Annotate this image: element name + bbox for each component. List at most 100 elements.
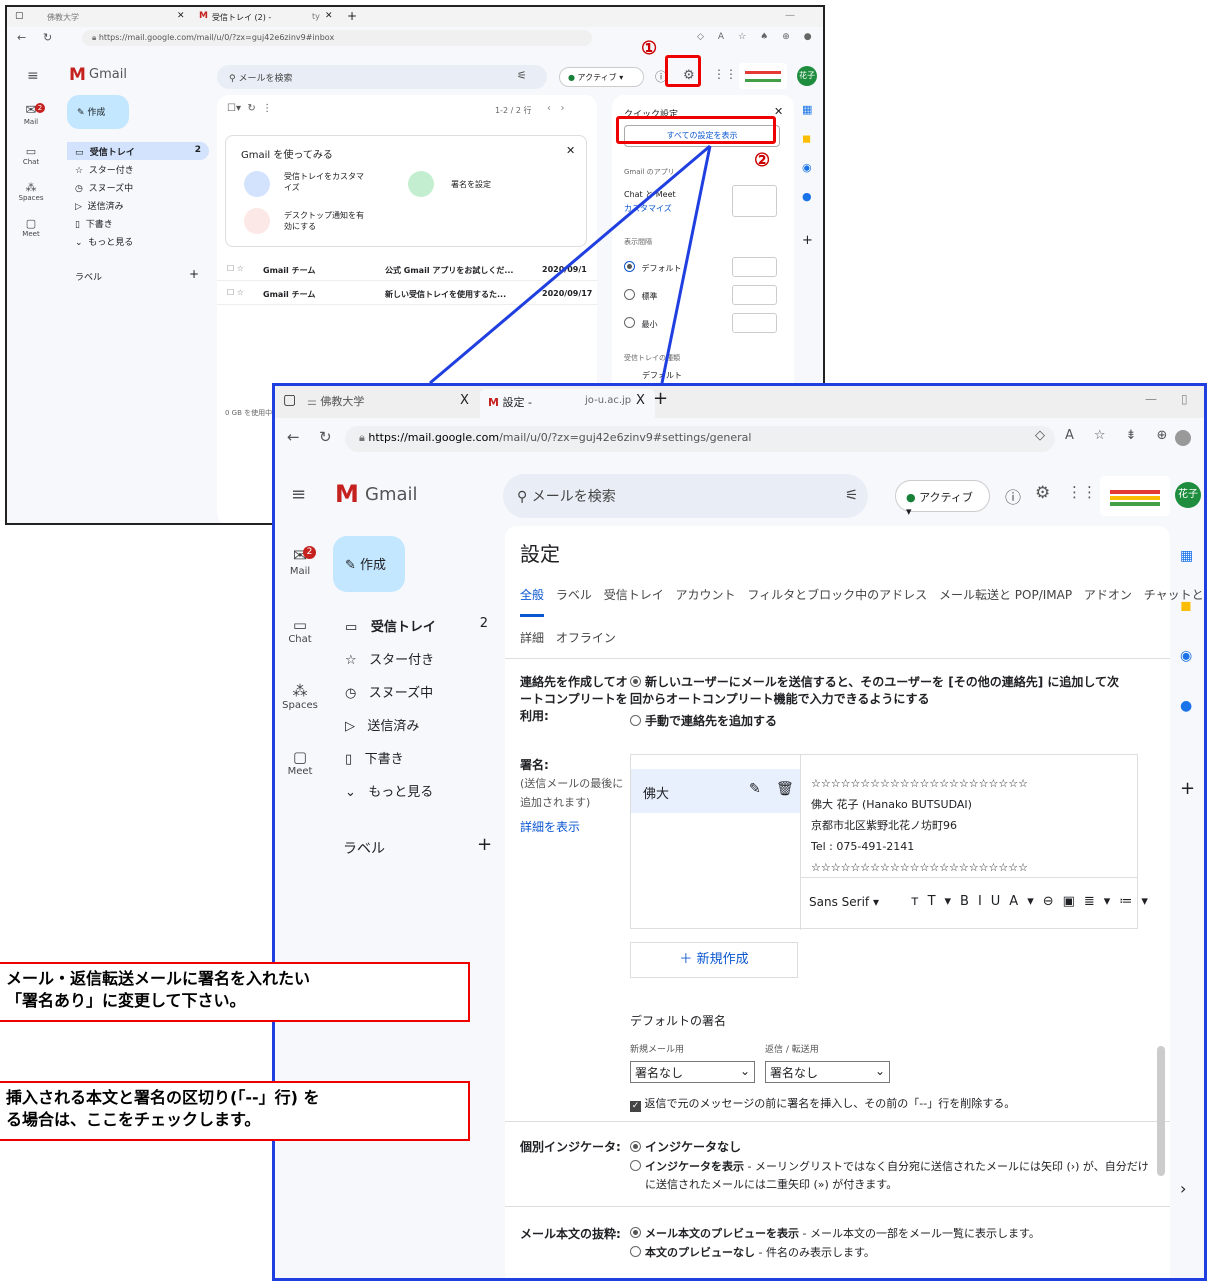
signature-line: 京都市北区紫野北花ノ坊町96 bbox=[811, 819, 957, 832]
signature-item[interactable]: 佛大 ✎ 🗑︎ bbox=[631, 769, 800, 813]
organization-logo bbox=[1100, 476, 1170, 516]
snippet-option-none[interactable]: 本文のプレビューなし - 件名のみ表示します。 bbox=[630, 1244, 875, 1260]
format-buttons-icon[interactable]: тT▾BIUA▾⊖▣≣▾≔▾ bbox=[911, 894, 1157, 909]
restore-icon[interactable]: ▯ bbox=[1181, 392, 1188, 406]
rail-chat[interactable]: ▭ Chat bbox=[275, 616, 325, 645]
reply-signature-select[interactable]: 署名なし ⌄ bbox=[765, 1061, 890, 1083]
signature-label: 署名: bbox=[520, 758, 549, 772]
rail-mail[interactable]: ✉ Mail 2 bbox=[275, 546, 325, 577]
status-dropdown[interactable]: ● アクティブ ▾ bbox=[895, 480, 990, 518]
nav-more[interactable]: ⌄ もっと見る bbox=[335, 775, 500, 803]
signature-line: ☆☆☆☆☆☆☆☆☆☆☆☆☆☆☆☆☆☆☆☆☆☆ bbox=[811, 777, 1028, 790]
tab-inbox[interactable]: 受信トレイ bbox=[604, 588, 664, 602]
tab-offline[interactable]: オフライン bbox=[556, 631, 616, 645]
close-icon[interactable]: X bbox=[460, 393, 469, 408]
callout-text: 挿入される本文と署名の区切り(「--」行) を bbox=[6, 1088, 320, 1107]
autocomplete-option-auto[interactable]: 新しいユーザーにメールを送信すると、そのユーザーを [その他の連絡先] に追加し… bbox=[630, 674, 1130, 708]
minimize-icon[interactable]: — bbox=[1145, 392, 1157, 406]
apps-icon[interactable]: ⋮⋮ bbox=[1067, 483, 1097, 501]
scrollbar[interactable] bbox=[1157, 1046, 1165, 1176]
indicator-label: 個別インジケータ: bbox=[520, 1140, 621, 1154]
gear-icon[interactable]: ⚙ bbox=[1035, 483, 1050, 503]
keep-icon[interactable]: ◼ bbox=[1180, 598, 1204, 614]
insert-before-quote-checkbox[interactable]: ✓ 返信で元のメッセージの前に署名を挿入し、その前の「--」行を削除する。 bbox=[630, 1095, 1015, 1112]
close-icon[interactable]: X bbox=[636, 393, 645, 408]
tab-advanced[interactable]: 詳細 bbox=[520, 631, 544, 645]
signature-editor: 佛大 ✎ 🗑︎ ☆☆☆☆☆☆☆☆☆☆☆☆☆☆☆☆☆☆☆☆☆☆ 佛大 花子 (Ha… bbox=[630, 754, 1148, 930]
app-name: Gmail bbox=[365, 484, 418, 505]
unread-badge: 2 bbox=[303, 546, 316, 559]
rail-spaces[interactable]: ⁂ Spaces bbox=[275, 682, 325, 711]
signature-line: Tel : 075-491-2141 bbox=[811, 840, 915, 853]
tab-bar: ▢ ⚌ 佛教大学 X M 設定 - jo-u.ac.jp X + — ▯ bbox=[275, 386, 1204, 418]
nav-inbox[interactable]: ▭ 受信トレイ 2 bbox=[335, 610, 500, 638]
nav-drafts[interactable]: ▯ 下書き bbox=[335, 742, 500, 770]
new-mail-signature-select[interactable]: 署名なし ⌄ bbox=[630, 1061, 755, 1083]
font-select[interactable]: Sans Serif ▾ bbox=[809, 895, 879, 909]
rail-meet[interactable]: ▢ Meet bbox=[275, 748, 325, 777]
search-icon: ⚲ bbox=[517, 489, 532, 505]
callout-text: る場合は、ここをチェックします。 bbox=[6, 1110, 261, 1129]
indicator-option-show[interactable]: インジケータを表示 - メーリングリストではなく自分宛に送信されたメールには矢印… bbox=[630, 1158, 1150, 1194]
mail-icon: ✉ bbox=[292, 546, 308, 566]
profile-icon[interactable] bbox=[1175, 430, 1191, 446]
tab-addons[interactable]: アドオン bbox=[1084, 588, 1132, 602]
settings-panel: 設定 全般 ラベル 受信トレイ アカウント フィルタとブロック中のアドレス メー… bbox=[505, 526, 1204, 1278]
expand-panel-icon[interactable]: › bbox=[1180, 1179, 1204, 1198]
reload-icon[interactable]: ↻ bbox=[319, 428, 332, 446]
edit-icon[interactable]: ✎ bbox=[749, 781, 761, 797]
menu-icon[interactable]: ≡ bbox=[291, 484, 306, 505]
default-signature-heading: デフォルトの署名 bbox=[630, 1014, 727, 1028]
search-input[interactable]: ⚲ メールを検索 bbox=[503, 474, 868, 518]
indicator-option-none[interactable]: インジケータなし bbox=[630, 1138, 741, 1155]
add-addon-icon[interactable]: + bbox=[1180, 778, 1204, 799]
pencil-icon: ✎ bbox=[345, 558, 361, 573]
meet-icon: ▢ bbox=[292, 748, 308, 766]
tab-labels[interactable]: ラベル bbox=[556, 588, 592, 602]
signature-more-link[interactable]: 詳細を表示 bbox=[520, 818, 580, 835]
avatar[interactable]: 花子 bbox=[1175, 482, 1201, 508]
tasks-icon[interactable]: ◉ bbox=[1180, 648, 1204, 664]
help-icon[interactable]: ⓘ bbox=[1005, 484, 1021, 508]
autocomplete-option-manual[interactable]: 手動で連絡先を追加する bbox=[630, 712, 777, 729]
settings-tabs: 全般 ラベル 受信トレイ アカウント フィルタとブロック中のアドレス メール転送… bbox=[520, 586, 1204, 617]
contacts-icon[interactable]: ● bbox=[1180, 698, 1204, 714]
search-options-icon[interactable]: ⚟ bbox=[845, 486, 858, 504]
autocomplete-label: 連絡先を作成してオートコンプリートを利用: bbox=[520, 675, 628, 723]
callout-text: メール・返信転送メールに署名を入れたい bbox=[6, 969, 311, 988]
signature-text[interactable]: ☆☆☆☆☆☆☆☆☆☆☆☆☆☆☆☆☆☆☆☆☆☆ 佛大 花子 (Hanako BUT… bbox=[811, 773, 1028, 878]
tab-filters[interactable]: フィルタとブロック中のアドレス bbox=[747, 588, 927, 602]
tab-forwarding[interactable]: メール転送と POP/IMAP bbox=[939, 588, 1072, 602]
signature-line: 佛大 花子 (Hanako BUTSUDAI) bbox=[811, 798, 972, 811]
spaces-icon: ⁂ bbox=[292, 682, 308, 700]
delete-icon[interactable]: 🗑︎ bbox=[776, 781, 794, 797]
calendar-icon[interactable]: ▦ bbox=[1180, 548, 1204, 564]
snippet-option-show[interactable]: メール本文のプレビューを表示 - メール本文の一部をメール一覧に表示します。 bbox=[630, 1225, 1040, 1241]
new-tab-icon[interactable]: + bbox=[653, 388, 668, 409]
nav-starred[interactable]: ☆ スター付き bbox=[335, 643, 500, 671]
format-toolbar: Sans Serif ▾ тT▾BIUA▾⊖▣≣▾≔▾ bbox=[801, 877, 1148, 929]
tab-university[interactable]: ⚌ 佛教大学 bbox=[307, 393, 477, 409]
tab-settings[interactable]: M 設定 - jo-u.ac.jp X bbox=[480, 389, 655, 418]
new-mail-label: 新規メール用 bbox=[630, 1045, 685, 1055]
address-bar: ← ↻ 🔒︎ https://mail.google.com/mail/u/0/… bbox=[275, 420, 1204, 456]
signature-note: (送信メールの最後に追加されます) bbox=[520, 777, 624, 809]
browser-toolbar-icons[interactable]: ◇A☆⇟⊕ bbox=[1035, 428, 1187, 443]
url-field[interactable]: 🔒︎ https://mail.google.com/mail/u/0/?zx=… bbox=[345, 426, 1055, 452]
reply-label: 返信 / 転送用 bbox=[765, 1045, 819, 1055]
signature-name: 佛大 bbox=[643, 787, 670, 802]
snippet-label: メール本文の抜粋: bbox=[520, 1227, 621, 1241]
tab-actions-icon[interactable]: ▢ bbox=[283, 392, 296, 408]
callout-signature: メール・返信転送メールに署名を入れたい 「署名あり」に変更して下さい。 bbox=[0, 962, 470, 1022]
back-icon[interactable]: ← bbox=[287, 428, 300, 446]
tab-general[interactable]: 全般 bbox=[520, 588, 545, 617]
add-label-icon[interactable]: + bbox=[477, 834, 492, 855]
new-signature-button[interactable]: ＋ 新規作成 bbox=[630, 942, 798, 978]
left-rail: ✉ Mail 2 ▭ Chat ⁂ Spaces ▢ Meet bbox=[275, 536, 327, 796]
settings-screenshot: ▢ ⚌ 佛教大学 X M 設定 - jo-u.ac.jp X + — ▯ ← ↻… bbox=[272, 383, 1207, 1281]
divider bbox=[505, 1121, 1170, 1122]
tab-accounts[interactable]: アカウント bbox=[676, 588, 736, 602]
nav-snoozed[interactable]: ◷ スヌーズ中 bbox=[335, 676, 500, 704]
compose-button[interactable]: ✎ 作成 bbox=[333, 536, 405, 592]
nav-sent[interactable]: ▷ 送信済み bbox=[335, 709, 500, 737]
